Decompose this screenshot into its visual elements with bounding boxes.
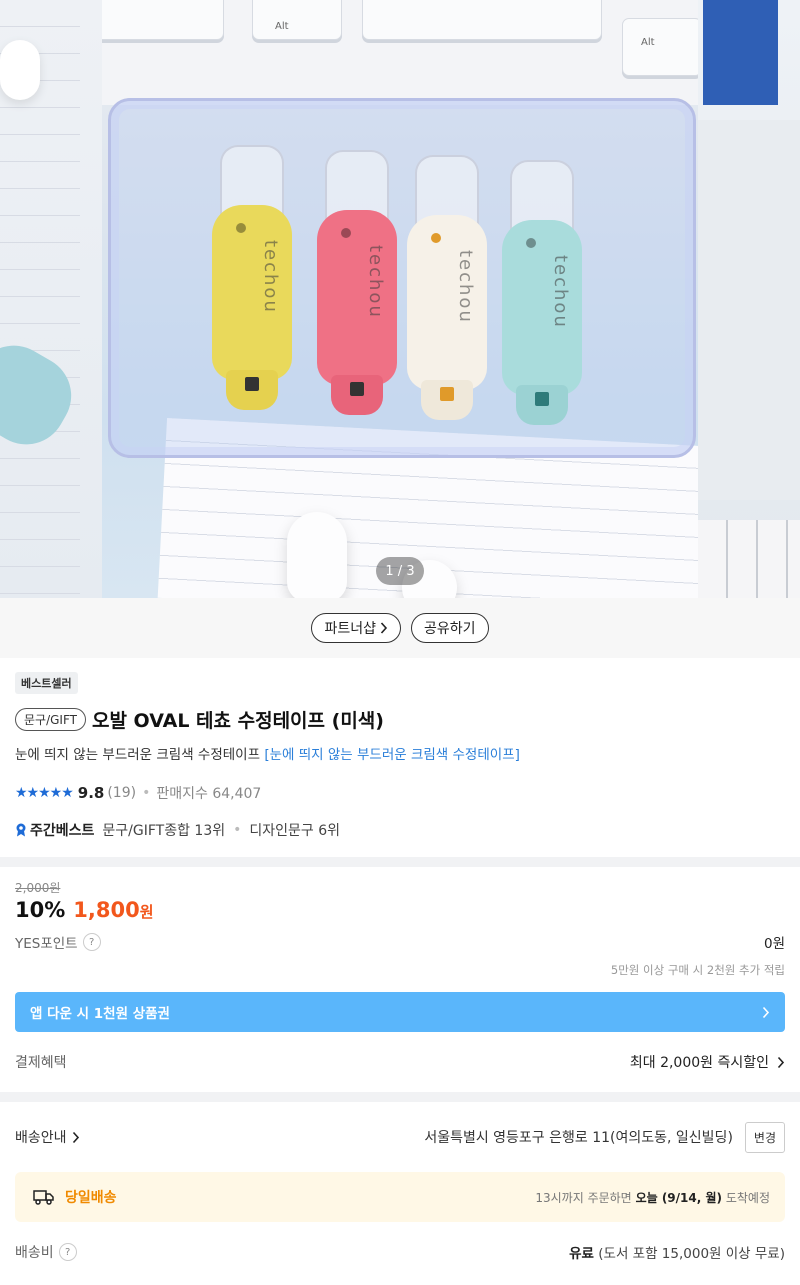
earbud-image	[287, 512, 347, 598]
rank-overall: 문구/GIFT종합 13위	[102, 823, 226, 839]
chevron-right-icon	[72, 1131, 79, 1143]
title-row: 문구/GIFT 오발 OVAL 테쵸 수정테이프 (미색)	[15, 706, 785, 733]
gallery-main-slide[interactable]: Alt Alt techou techou techou techou	[102, 0, 698, 598]
same-day-delivery-banner: 당일배송 13시까지 주문하면 오늘 (9/14, 월) 도착예정	[15, 1172, 785, 1222]
sale-price: 1,800원	[73, 898, 154, 922]
product-title: 오발 OVAL 테쵸 수정테이프 (미색)	[91, 710, 384, 732]
product-info: 베스트셀러 문구/GIFT 오발 OVAL 테쵸 수정테이프 (미색) 눈에 띄…	[0, 658, 800, 840]
shipping-fee-row: 배송비 ? 유료 (도서 포함 15,000원 이상 무료)	[15, 1222, 785, 1282]
keyboard-image: Alt Alt	[102, 0, 698, 105]
delivery-info-link[interactable]: 배송안내	[15, 1127, 80, 1147]
price-row: 10% 1,800원	[15, 898, 785, 922]
shipping-fee-label: 배송비	[15, 1245, 54, 1261]
delivery-address: 서울특별시 영등포구 은행로 11(여의도동, 일신빌딩)	[424, 1130, 733, 1146]
product-image-gallery[interactable]: Alt Alt techou techou techou techou 1 / …	[0, 0, 800, 598]
points-row: YES포인트 ? 0원	[15, 932, 785, 952]
book-image	[703, 0, 778, 105]
share-bar: 파트너샵 공유하기	[0, 598, 800, 658]
product-subtitle: 눈에 띄지 않는 부드러운 크림색 수정테이프 [눈에 띄지 않는 부드러운 크…	[15, 747, 520, 763]
points-note: 5만원 이상 구매 시 2천원 추가 적립	[610, 963, 785, 977]
ribbon-icon	[16, 823, 26, 837]
price-section: 2,000원 10% 1,800원 YES포인트 ? 0원 5만원 이상 구매 …	[0, 867, 800, 1092]
chevron-right-icon	[762, 1006, 770, 1018]
chevron-right-icon	[777, 1056, 785, 1068]
shipping-fee-value: 유료 (도서 포함 15,000원 이상 무료)	[569, 1246, 785, 1262]
weekly-best-row[interactable]: 주간베스트 문구/GIFT종합 13위 • 디자인문구 6위	[15, 820, 785, 840]
subtitle-link[interactable]: [눈에 띄지 않는 부드러운 크림색 수정테이프]	[264, 747, 520, 763]
chevron-right-icon	[380, 622, 388, 634]
category-tag[interactable]: 문구/GIFT	[15, 708, 86, 731]
partner-shop-button[interactable]: 파트너샵	[311, 613, 401, 643]
rating-row: ★★★★★ 9.8 (19) • 판매지수 64,407	[15, 784, 262, 802]
gallery-next-slide[interactable]	[698, 0, 800, 598]
benefit-value: 최대 2,000원 즉시할인	[629, 1055, 769, 1071]
section-divider	[0, 1092, 800, 1102]
correction-tape-cream: techou	[407, 155, 487, 425]
delivery-truck-icon	[33, 1190, 54, 1205]
help-icon[interactable]: ?	[82, 933, 101, 951]
correction-tape-pink: techou	[317, 150, 397, 420]
rank-category: 디자인문구 6위	[249, 823, 341, 839]
change-address-button[interactable]: 변경	[744, 1121, 785, 1153]
gallery-page-indicator: 1 / 3	[376, 557, 424, 585]
help-icon[interactable]: ?	[58, 1243, 77, 1261]
discount-rate: 10%	[15, 898, 66, 922]
section-divider	[0, 857, 800, 867]
benefit-label: 결제혜택	[15, 1055, 67, 1071]
delivery-address-row: 배송안내 서울특별시 영등포구 은행로 11(여의도동, 일신빌딩) 변경	[15, 1102, 785, 1172]
points-value: 0원	[763, 936, 785, 952]
arrival-estimate: 13시까지 주문하면 오늘 (9/14, 월) 도착예정	[535, 1190, 770, 1205]
keyboard-image	[698, 520, 800, 598]
clear-case-image	[108, 98, 696, 458]
app-coupon-banner[interactable]: 앱 다운 시 1천원 상품권	[15, 992, 785, 1032]
rating-score: 9.8	[77, 784, 105, 802]
payment-benefit-row[interactable]: 결제혜택 최대 2,000원 즉시할인	[15, 1032, 785, 1092]
gallery-prev-slide[interactable]	[0, 0, 102, 598]
points-label: YES포인트	[15, 936, 78, 952]
delivery-section: 배송안내 서울특별시 영등포구 은행로 11(여의도동, 일신빌딩) 변경 당일…	[0, 1102, 800, 1282]
earbud-image	[0, 40, 40, 100]
correction-tape-yellow: techou	[212, 145, 292, 415]
original-price: 2,000원	[15, 881, 61, 895]
share-button[interactable]: 공유하기	[411, 613, 489, 643]
rating-stars-icon: ★★★★★	[15, 785, 74, 801]
review-count-link[interactable]: (19)	[107, 785, 136, 801]
sales-index: 판매지수 64,407	[156, 786, 262, 802]
bestseller-badge: 베스트셀러	[15, 672, 78, 694]
correction-tape-mint: techou	[502, 160, 582, 430]
